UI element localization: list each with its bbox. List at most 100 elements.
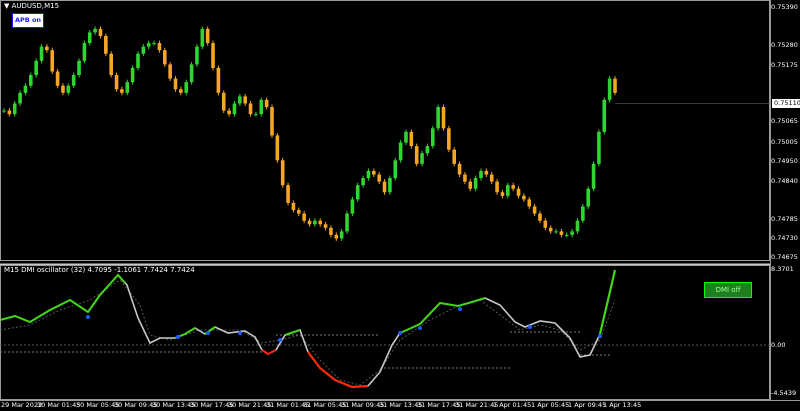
time-label: 30 Mar 01:45 <box>37 401 81 409</box>
candle-up <box>189 64 194 83</box>
candle-up <box>136 53 140 68</box>
candle-up <box>200 28 205 47</box>
oscillator-frame <box>0 265 770 400</box>
candle-down <box>452 149 457 164</box>
candle-down <box>264 99 269 108</box>
chart-canvas[interactable] <box>0 0 800 411</box>
osc-cross-dot <box>238 331 242 335</box>
dmi-toggle-button[interactable]: DMI off <box>704 282 752 298</box>
osc-cross-dot <box>398 331 402 335</box>
osc-positive-segment <box>399 297 486 334</box>
candle-down <box>114 75 119 90</box>
candle-up <box>87 32 92 44</box>
candle-down <box>120 89 124 93</box>
candle-down <box>382 181 387 193</box>
candles-series <box>2 26 770 241</box>
candle-down <box>377 174 381 182</box>
chart-title-text: AUDUSD,M15 <box>11 2 60 10</box>
osc-cross-dot <box>176 335 180 339</box>
candle-down <box>55 71 60 86</box>
time-label: 30 Mar 13:45 <box>152 401 196 409</box>
candle-down <box>157 43 162 51</box>
candle-up <box>607 78 612 100</box>
time-label: 31 Mar 13:45 <box>379 401 423 409</box>
candle-down <box>323 224 328 228</box>
candle-down <box>511 185 515 189</box>
candle-up <box>232 103 237 115</box>
candle-down <box>543 220 548 228</box>
candle-up <box>146 43 151 47</box>
candle-down <box>500 192 505 196</box>
candle-down <box>372 170 376 175</box>
candle-up <box>18 92 22 104</box>
price-label: 0.75175 <box>771 61 798 69</box>
candle-down <box>7 110 12 115</box>
candle-up <box>420 153 424 164</box>
candle-down <box>334 234 339 239</box>
osc-positive-segment <box>598 269 617 335</box>
osc-cross-dot <box>278 338 282 342</box>
candle-up <box>339 231 344 239</box>
candle-down <box>484 170 489 175</box>
time-label: 1 Apr 01:45 <box>493 401 532 409</box>
candle-up <box>259 99 264 115</box>
dmi-oscillator-series <box>0 269 770 389</box>
candle-up <box>425 146 430 154</box>
candle-down <box>516 188 521 196</box>
oscillator-title: M15 DMI oscillator (32) 4.7095 -1.1061 7… <box>4 266 195 274</box>
candle-up <box>506 185 510 196</box>
time-label: 30 Mar 21:45 <box>228 401 272 409</box>
candle-down <box>275 135 280 161</box>
osc-axis-label: 0.00 <box>771 341 786 349</box>
candle-down <box>61 85 65 93</box>
candle-down <box>270 107 274 136</box>
apb-toggle-button[interactable]: APB on <box>12 13 44 28</box>
candle-down <box>414 146 419 164</box>
candle-up <box>238 96 242 104</box>
candle-up <box>12 103 17 115</box>
candle-down <box>302 213 306 221</box>
candle-up <box>597 131 601 164</box>
candle-down <box>296 210 301 214</box>
price-label: 0.74950 <box>771 157 798 165</box>
candle-down <box>441 107 446 129</box>
candle-up <box>366 170 371 179</box>
price-label: 0.75390 <box>771 3 798 11</box>
osc-axis-label: 8.3701 <box>771 265 794 273</box>
candle-down <box>45 46 49 51</box>
candle-down <box>409 131 414 147</box>
candle-down <box>532 206 537 214</box>
candle-down <box>527 199 532 207</box>
candle-up <box>473 178 478 189</box>
candle-up <box>254 114 258 116</box>
candle-up <box>361 178 365 186</box>
candle-up <box>125 82 130 93</box>
main-chart-frame <box>0 0 770 261</box>
candle-up <box>398 142 403 161</box>
candle-up <box>388 178 392 193</box>
candle-down <box>179 89 183 93</box>
osc-axis-label: -4.5439 <box>771 389 797 397</box>
candle-up <box>184 82 189 93</box>
time-label: 1 Apr 09:45 <box>568 401 607 409</box>
candle-down <box>216 67 221 93</box>
candle-up <box>393 160 398 179</box>
candle-down <box>489 174 494 182</box>
candle-up <box>436 107 440 129</box>
candle-up <box>82 43 87 61</box>
candle-up <box>2 110 6 112</box>
candle-up <box>554 231 558 233</box>
chart-title: ▼ AUDUSD,M15 <box>4 2 60 10</box>
candle-up <box>575 220 580 232</box>
price-label: 0.75005 <box>771 138 798 146</box>
candle-up <box>34 60 38 76</box>
candle-up <box>28 75 33 86</box>
candle-up <box>77 60 81 76</box>
candle-down <box>50 50 55 72</box>
osc-cross-dot <box>458 307 462 311</box>
time-label: 1 Apr 05:45 <box>531 401 570 409</box>
candle-up <box>195 46 199 65</box>
candle-down <box>104 35 108 54</box>
candle-up <box>71 75 76 86</box>
candle-down <box>162 50 167 65</box>
